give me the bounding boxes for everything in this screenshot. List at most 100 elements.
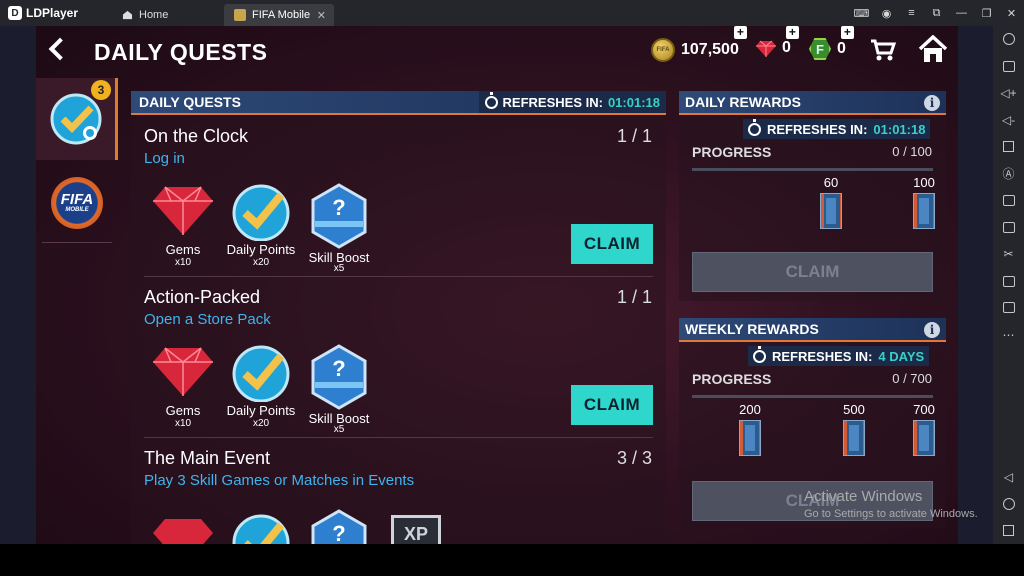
screenshot-icon[interactable]: ⧉: [924, 0, 949, 26]
add-coins-button[interactable]: +: [733, 26, 747, 39]
daily-points-icon: [232, 345, 290, 403]
milestone-value: 500: [843, 402, 865, 417]
gamepad-icon[interactable]: ⌨: [849, 0, 874, 26]
emulator-titlebar: D LDPlayer Home FIFA Mobile ✕ ⌨ ◉ ≡ ⧉ — …: [0, 0, 1024, 26]
weekly-rewards-header: WEEKLY REWARDS i: [679, 318, 946, 342]
android-back-icon[interactable]: ◁: [993, 463, 1024, 490]
info-icon[interactable]: i: [924, 322, 940, 338]
more-icon[interactable]: ⋯: [993, 321, 1024, 348]
settings-gear-icon[interactable]: [993, 26, 1024, 53]
progress-label: PROGRESS: [692, 144, 772, 160]
side-divider: [42, 242, 112, 243]
record-icon[interactable]: [993, 268, 1024, 295]
home-icon[interactable]: [918, 35, 948, 63]
info-icon[interactable]: i: [924, 95, 940, 111]
close-window-icon[interactable]: ✕: [999, 0, 1024, 26]
reward-qty: x10: [174, 418, 192, 429]
reward-pack-icon[interactable]: [739, 420, 761, 456]
android-home-icon[interactable]: [993, 490, 1024, 517]
stopwatch-icon: [753, 345, 766, 363]
daily-rewards-panel: DAILY REWARDS i REFRESHES IN: 01:01:18 P…: [679, 91, 946, 301]
svg-text:?: ?: [332, 356, 345, 381]
svg-text:?: ?: [332, 195, 345, 220]
menu-icon[interactable]: ≡: [899, 0, 924, 26]
weekly-rewards-heading: WEEKLY REWARDS: [685, 321, 819, 337]
daily-quests-header: DAILY QUESTS REFRESHES IN: 01:01:18: [131, 91, 666, 115]
keyboard-icon[interactable]: [993, 53, 1024, 80]
reward-daily-points: Daily Points x20: [225, 183, 297, 268]
home-tab-icon: [122, 10, 133, 20]
gems-balance: 0 +: [756, 26, 799, 58]
tab-home[interactable]: Home: [112, 4, 224, 26]
stopwatch-icon: [748, 118, 761, 136]
quest-item: On the Clock Log in 1 / 1 Gems x10 Daily…: [131, 117, 666, 277]
emulator-sidebar: ◁+ ◁- Ⓐ ✂ ⋯ ◁: [993, 26, 1024, 544]
daily-refresh-timer: REFRESHES IN: 01:01:18: [743, 118, 931, 139]
add-gems-button[interactable]: +: [785, 26, 799, 39]
bottom-bar: [0, 544, 1024, 576]
daily-quests-panel: DAILY QUESTS REFRESHES IN: 01:01:18 On t…: [131, 91, 666, 544]
fifa-logo-text: FIFA: [60, 191, 94, 208]
quest-subtitle: Log in: [144, 150, 185, 167]
tab-fifa-mobile-events[interactable]: FIFA MOBILE: [36, 164, 118, 242]
claim-button[interactable]: CLAIM: [571, 224, 653, 264]
quest-subtitle: Play 3 Skill Games or Matches in Events: [144, 472, 415, 489]
volume-down-icon[interactable]: ◁-: [993, 107, 1024, 134]
svg-text:?: ?: [332, 521, 345, 544]
ldplayer-logo-icon: D: [8, 6, 22, 20]
fifa-mobile-logo-icon: FIFA MOBILE: [51, 177, 103, 229]
reward-qty: x10: [174, 257, 192, 268]
tab-fifa-mobile-label: FIFA Mobile: [252, 9, 311, 21]
reward-label: Gems: [165, 403, 201, 418]
fifa-points-icon: F: [809, 38, 831, 60]
milestone: 200: [735, 402, 765, 456]
milestone-value: 60: [823, 175, 839, 190]
daily-quests-tab-icon: [50, 93, 101, 145]
letterbox-left: [0, 26, 36, 544]
reward-pack-icon[interactable]: [913, 420, 935, 456]
add-app-icon[interactable]: [993, 187, 1024, 214]
claim-button[interactable]: CLAIM: [571, 385, 653, 425]
reward-pack-icon[interactable]: [843, 420, 865, 456]
quest-progress: 1 / 1: [616, 287, 652, 307]
add-fifa-points-button[interactable]: +: [840, 26, 854, 39]
sync-icon[interactable]: Ⓐ: [993, 160, 1024, 187]
coins-value: 107,500: [681, 41, 739, 58]
cart-icon[interactable]: [870, 38, 896, 62]
gem-icon: [756, 40, 776, 57]
tab-daily-quests[interactable]: 3: [36, 78, 118, 160]
reward-qty: x5: [333, 424, 345, 435]
page-title: DAILY QUESTS: [94, 39, 268, 65]
close-tab-icon[interactable]: ✕: [317, 9, 326, 22]
account-icon[interactable]: ◉: [874, 0, 899, 26]
apk-install-icon[interactable]: [993, 214, 1024, 241]
quest-divider: [144, 276, 653, 277]
back-arrow-icon[interactable]: [48, 37, 72, 61]
fullscreen-icon[interactable]: [993, 133, 1024, 160]
progress-track: [692, 168, 933, 171]
files-icon[interactable]: [993, 294, 1024, 321]
tab-fifa-mobile[interactable]: FIFA Mobile ✕: [224, 4, 334, 26]
milestone: 500: [839, 402, 869, 456]
reward-pack-icon[interactable]: [913, 193, 935, 229]
daily-claim-button[interactable]: CLAIM: [692, 252, 933, 292]
watermark-title: Activate Windows: [804, 488, 923, 505]
quest-title: The Main Event: [144, 448, 271, 468]
stopwatch-icon: [484, 91, 498, 109]
reward-skill-boost: ? Skill Boost x5: [303, 344, 375, 435]
windows-activation-watermark: Activate Windows Go to Settings to activ…: [804, 488, 978, 520]
watermark-subtitle: Go to Settings to activate Windows.: [804, 508, 978, 520]
minimize-icon[interactable]: —: [949, 0, 974, 26]
refresh-label: REFRESHES IN:: [772, 348, 873, 364]
daily-points-icon: [232, 514, 290, 544]
quest-item: The Main Event Play 3 Skill Games or Mat…: [131, 439, 666, 544]
xp-reward-icon: XP: [391, 515, 441, 544]
reward-pack-icon[interactable]: [820, 193, 842, 229]
volume-up-icon[interactable]: ◁+: [993, 80, 1024, 107]
reward-qty: x20: [252, 257, 270, 268]
quest-divider: [144, 437, 653, 438]
restore-icon[interactable]: ❐: [974, 0, 999, 26]
quest-progress: 3 / 3: [616, 448, 652, 468]
scissors-icon[interactable]: ✂: [993, 241, 1024, 268]
android-recents-icon[interactable]: [993, 517, 1024, 544]
